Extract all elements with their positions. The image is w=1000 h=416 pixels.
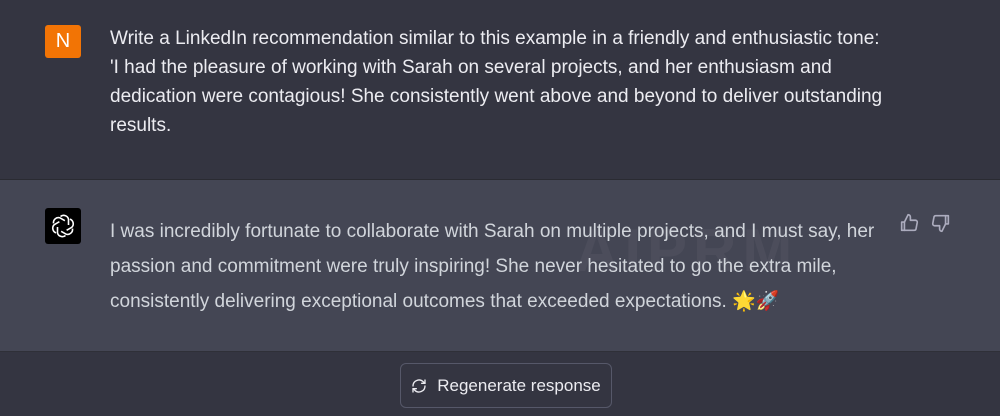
user-message-row: N Write a LinkedIn recommendation simila… (0, 0, 1000, 180)
openai-logo-icon (45, 208, 81, 244)
user-avatar: N (45, 25, 81, 58)
regenerate-response-button[interactable]: Regenerate response (400, 363, 612, 408)
thumbs-up-icon[interactable] (898, 212, 920, 234)
assistant-message-text: I was incredibly fortunate to collaborat… (110, 214, 900, 319)
user-message-line: results. (110, 115, 172, 136)
user-message-line: 'I had the pleasure of working with Sara… (110, 57, 832, 78)
refresh-icon (411, 378, 427, 394)
user-message-line: dedication were contagious! She consiste… (110, 86, 883, 107)
user-message-text: Write a LinkedIn recommendation similar … (110, 24, 900, 140)
assistant-message-row: AIPRM I was incredibly fortunate to coll… (0, 180, 1000, 352)
assistant-message-line: passion and commitment were truly inspir… (110, 256, 837, 277)
user-message-line: Write a LinkedIn recommendation similar … (110, 28, 880, 49)
assistant-message-line: I was incredibly fortunate to collaborat… (110, 221, 875, 242)
regenerate-response-label: Regenerate response (437, 375, 601, 395)
assistant-message-line: consistently delivering exceptional outc… (110, 291, 780, 312)
thumbs-down-icon[interactable] (930, 212, 952, 234)
